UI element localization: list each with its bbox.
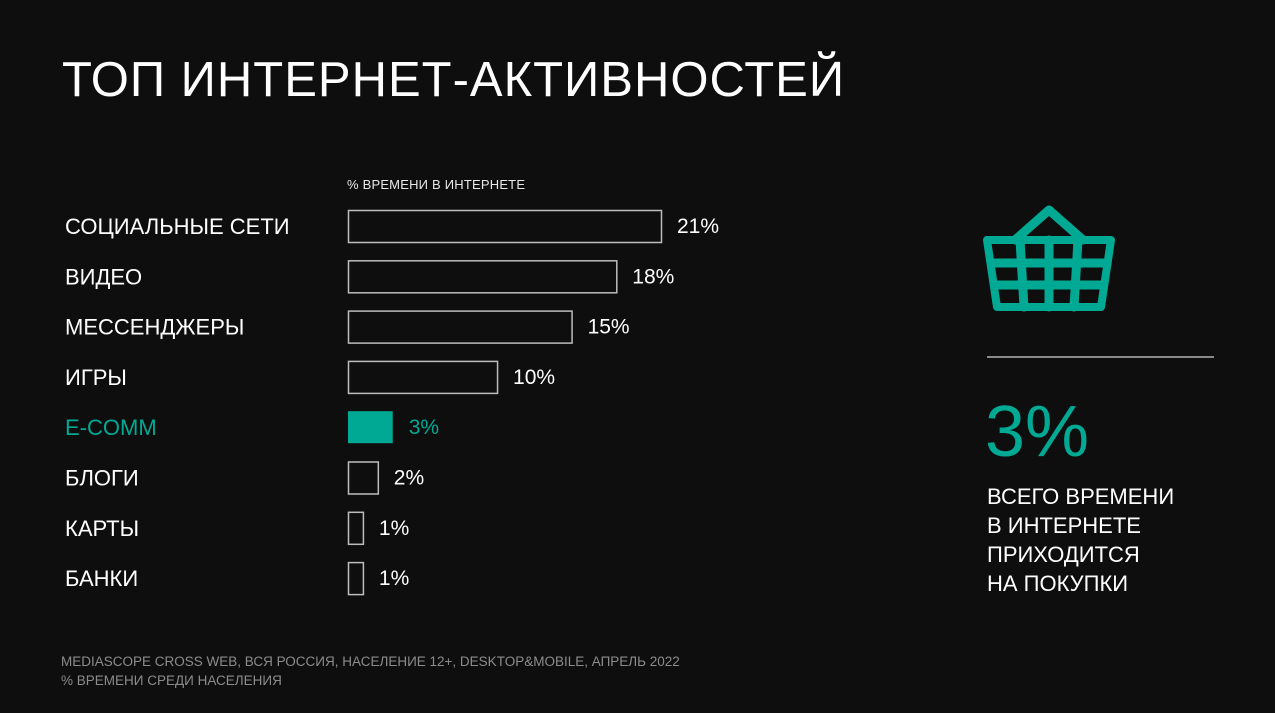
category-label: E-COMM	[65, 415, 157, 440]
category-label: МЕССЕНДЖЕРЫ	[65, 315, 244, 340]
bar-chart: СОЦИАЛЬНЫЕ СЕТИ 21% ВИДЕО 18% МЕССЕНДЖЕРЫ 15%…	[65, 209, 719, 596]
bar	[347, 511, 365, 546]
bar	[347, 360, 499, 395]
bar	[347, 461, 380, 495]
category-label: СОЦИАЛЬНЫЕ СЕТИ	[65, 214, 290, 239]
category-label: ИГРЫ	[65, 365, 127, 390]
shopping-basket-icon	[983, 205, 1115, 312]
category-label: ВИДЕО	[65, 264, 142, 289]
caption-line: ПРИХОДИТСЯ	[987, 542, 1140, 567]
category-label: КАРТЫ	[65, 516, 139, 541]
bar	[348, 411, 393, 444]
value-label: 1%	[379, 517, 409, 540]
value-label: 3%	[409, 416, 439, 439]
bar	[347, 310, 573, 344]
source-footnote: MEDIASCOPE CROSS WEB, ВСЯ РОССИЯ, НАСЕЛЕ…	[61, 652, 680, 690]
value-label: 2%	[394, 467, 424, 490]
category-label: БАНКИ	[65, 566, 138, 591]
ecomm-share-caption: ВСЕГО ВРЕМЕНИ В ИНТЕРНЕТЕ ПРИХОДИТСЯ НА …	[987, 482, 1217, 598]
caption-line: ВСЕГО ВРЕМЕНИ	[987, 484, 1175, 509]
bar	[347, 260, 618, 294]
divider	[987, 356, 1214, 358]
ecomm-share-value: 3%	[985, 392, 1090, 472]
bar	[347, 561, 365, 596]
value-label: 18%	[632, 265, 674, 288]
bar	[347, 209, 663, 244]
footnote-line: % ВРЕМЕНИ СРЕДИ НАСЕЛЕНИЯ	[61, 673, 282, 688]
value-label: 15%	[588, 316, 630, 339]
value-label: 1%	[379, 567, 409, 590]
caption-line: НА ПОКУПКИ	[987, 571, 1129, 596]
category-label: БЛОГИ	[65, 466, 139, 491]
caption-line: В ИНТЕРНЕТЕ	[987, 513, 1141, 538]
footnote-line: MEDIASCOPE CROSS WEB, ВСЯ РОССИЯ, НАСЕЛЕ…	[61, 654, 680, 669]
value-label: 10%	[513, 366, 555, 389]
value-label: 21%	[677, 215, 719, 238]
